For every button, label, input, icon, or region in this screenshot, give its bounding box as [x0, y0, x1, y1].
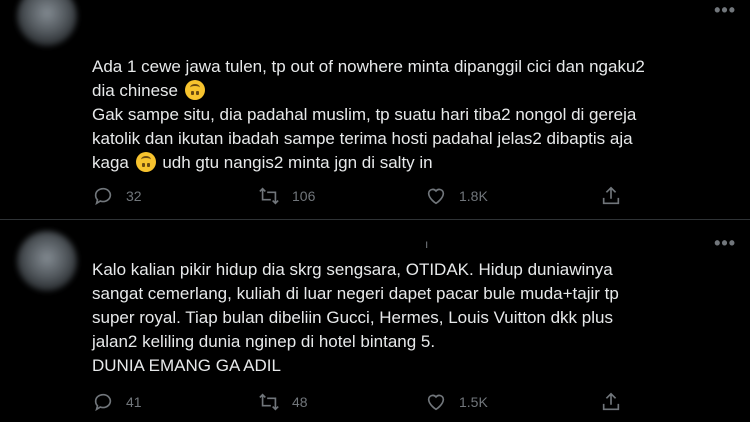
reply-icon [94, 393, 112, 412]
like-count: 1.5K [459, 394, 488, 410]
reply-button[interactable]: 41 [92, 391, 142, 413]
retweet-count: 106 [292, 188, 316, 204]
avatar[interactable] [17, 231, 77, 291]
tweet[interactable]: ı ••• Kalo kalian pikir hidup dia skrg s… [0, 223, 750, 422]
tweet-text-line: dia chinese [92, 81, 179, 100]
reply-count: 41 [126, 394, 142, 410]
tweet-text-line: sangat cemerlang, kuliah di luar negeri … [92, 284, 619, 303]
retweet-icon [259, 187, 279, 205]
tweet-text-line: kaga [92, 153, 129, 172]
share-button[interactable] [600, 185, 634, 207]
tweet-text-line: jalan2 keliling dunia nginep di hotel bi… [92, 332, 436, 351]
tweet-text-line: super royal. Tiap bulan dibeliin Gucci, … [92, 308, 613, 327]
retweet-icon [259, 393, 279, 411]
like-count: 1.8K [459, 188, 488, 204]
retweet-count: 48 [292, 394, 308, 410]
retweet-button[interactable]: 106 [258, 185, 315, 207]
tweet-text-line: Kalo kalian pikir hidup dia skrg sengsar… [92, 260, 613, 279]
more-options-icon[interactable]: ••• [714, 233, 736, 254]
reply-count: 32 [126, 188, 142, 204]
tweet-text-line: Ada 1 cewe jawa tulen, tp out of nowhere… [92, 57, 645, 76]
upside-down-face-emoji-icon [184, 80, 205, 100]
tweet-actions: 41 48 1.5K [92, 391, 732, 415]
reply-icon [94, 187, 112, 206]
tweet-text-line: katolik dan ikutan ibadah sampe terima h… [92, 129, 633, 148]
like-icon [427, 394, 445, 411]
stray-mark: ı [425, 237, 429, 251]
tweet-actions: 32 106 1.8K [92, 185, 732, 209]
tweet-text: Kalo kalian pikir hidup dia skrg sengsar… [92, 258, 732, 378]
tweet-divider [0, 219, 750, 220]
avatar[interactable] [17, 0, 77, 46]
share-icon [602, 392, 620, 411]
tweet-text-line: udh gtu nangis2 minta jgn di salty in [162, 153, 433, 172]
tweet-text-line: Gak sampe situ, dia padahal muslim, tp s… [92, 105, 637, 124]
tweet-text-line: DUNIA EMANG GA ADIL [92, 356, 281, 375]
tweet-text: Ada 1 cewe jawa tulen, tp out of nowhere… [92, 55, 732, 175]
like-button[interactable]: 1.5K [425, 391, 488, 413]
more-options-icon[interactable]: ••• [714, 0, 736, 21]
like-icon [427, 188, 445, 205]
upside-down-face-emoji-icon [135, 152, 156, 172]
like-button[interactable]: 1.8K [425, 185, 488, 207]
tweet[interactable]: ••• Ada 1 cewe jawa tulen, tp out of now… [0, 0, 750, 218]
retweet-button[interactable]: 48 [258, 391, 308, 413]
share-button[interactable] [600, 391, 634, 413]
reply-button[interactable]: 32 [92, 185, 142, 207]
share-icon [602, 186, 620, 205]
